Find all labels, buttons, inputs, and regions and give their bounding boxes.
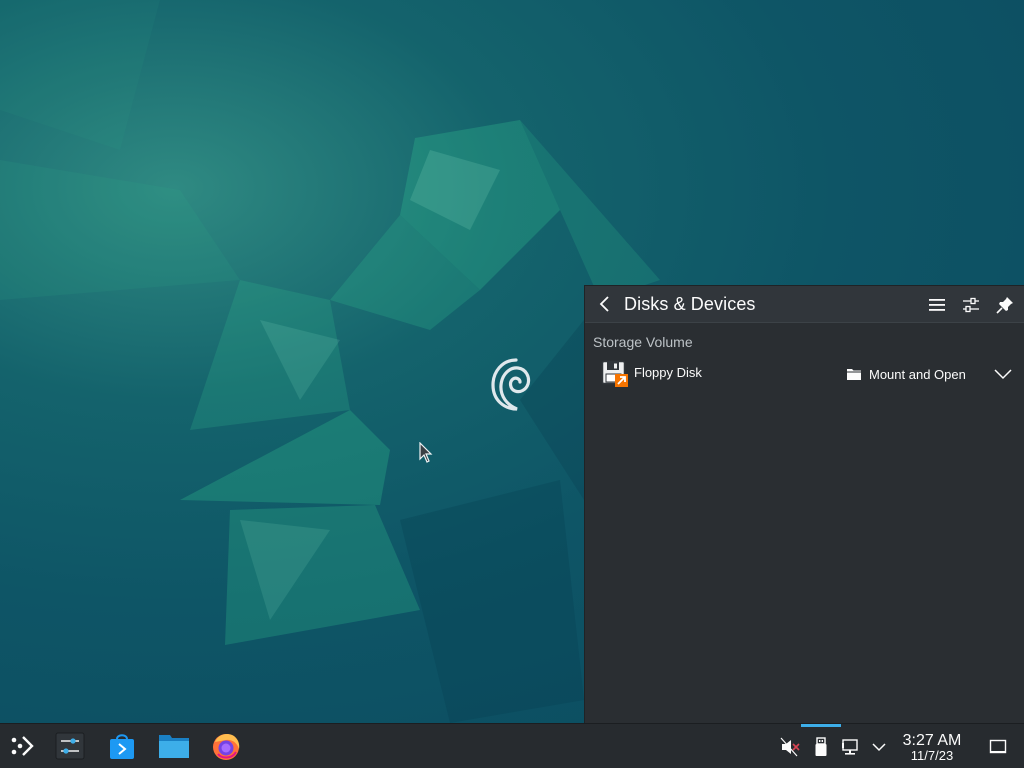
device-name: Floppy Disk: [634, 365, 702, 380]
volume-button[interactable]: [779, 736, 801, 758]
hamburger-menu-icon: [929, 299, 945, 311]
chevron-down-icon: [994, 369, 1012, 380]
disks-devices-tray-button[interactable]: [810, 736, 832, 758]
application-launcher-button[interactable]: [4, 728, 40, 764]
file-manager-button[interactable]: [156, 728, 192, 764]
active-applet-indicator: [801, 724, 841, 727]
device-item-floppy-disk[interactable]: Floppy Disk Mount and Open: [593, 358, 1017, 390]
configure-button[interactable]: [960, 294, 982, 316]
storage-volume-section-label: Storage Volume: [593, 334, 693, 350]
file-manager-icon: [159, 735, 189, 758]
mount-and-open-label: Mount and Open: [869, 366, 966, 382]
show-desktop-button[interactable]: [987, 736, 1009, 758]
system-settings-button[interactable]: [52, 728, 88, 764]
disks-devices-popup: Disks & Devices Storage Volume Floppy Di…: [584, 285, 1024, 723]
pin-icon: [996, 297, 1013, 314]
popup-title: Disks & Devices: [624, 294, 756, 314]
usb-removable-icon: [815, 737, 827, 756]
mouse-cursor-icon: [419, 442, 433, 463]
muted-speaker-icon: [780, 737, 800, 757]
popup-header: Disks & Devices: [585, 286, 1024, 323]
system-settings-icon: [55, 732, 85, 760]
device-expand-button[interactable]: [991, 362, 1015, 386]
clock-date: 11/7/23: [910, 748, 954, 763]
firefox-icon: [213, 734, 240, 760]
discover-store-icon: [110, 734, 134, 759]
floppy-disk-icon: [601, 360, 628, 387]
taskbar: 3:27 AM 11/7/23: [0, 723, 1024, 768]
pin-button[interactable]: [994, 294, 1016, 316]
network-button[interactable]: [840, 736, 862, 758]
tray-expand-chevron-icon: [872, 743, 886, 752]
firefox-button[interactable]: [208, 728, 244, 764]
network-wired-icon: [842, 739, 858, 755]
menu-button[interactable]: [926, 294, 948, 316]
mount-and-open-button[interactable]: Mount and Open: [846, 362, 966, 386]
application-launcher-icon: [11, 736, 34, 756]
back-arrow-icon: [599, 296, 609, 312]
show-desktop-icon: [989, 739, 1007, 754]
back-button[interactable]: [595, 294, 615, 314]
folder-icon: [847, 369, 861, 380]
settings-sliders-icon: [963, 297, 979, 313]
discover-store-button[interactable]: [104, 728, 140, 764]
digital-clock[interactable]: 3:27 AM 11/7/23: [896, 732, 968, 763]
tray-expand-button[interactable]: [868, 736, 890, 758]
debian-swirl-logo: [491, 358, 531, 411]
clock-time: 3:27 AM: [902, 732, 962, 749]
